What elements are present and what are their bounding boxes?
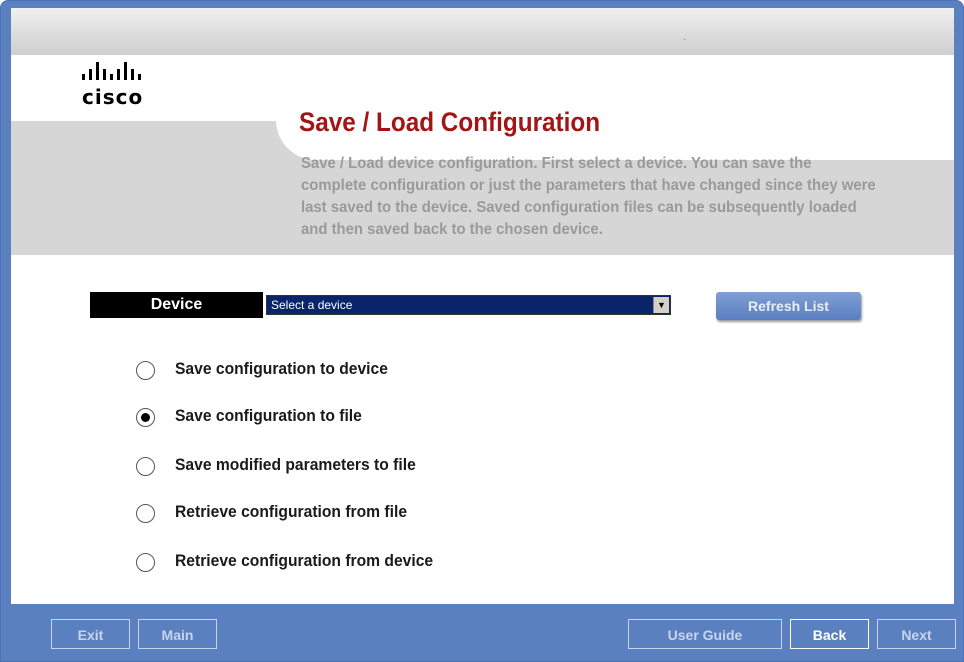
option-label[interactable]: Retrieve configuration from device [175,551,433,571]
user-guide-button[interactable]: User Guide [628,619,782,649]
back-button[interactable]: Back [790,619,869,649]
wizard-window: cisco Save / Load Configuration Save / L… [0,0,964,662]
dropdown-arrow-icon[interactable]: ▼ [653,297,669,313]
cisco-logo-text: cisco [82,85,144,109]
main-button[interactable]: Main [138,619,217,649]
device-label: Device [90,292,263,318]
page-title: Save / Load Configuration [299,107,601,137]
content-panel: cisco Save / Load Configuration Save / L… [11,8,954,604]
radio-retrieve-config-from-device[interactable] [136,553,155,572]
page-description: Save / Load device configuration. First … [301,155,876,238]
option-label[interactable]: Save modified parameters to file [175,455,416,475]
device-select-value: Select a device [271,298,353,312]
next-button[interactable]: Next [877,619,956,649]
top-bar [11,8,954,55]
option-label[interactable]: Save configuration to file [175,406,362,426]
option-label[interactable]: Retrieve configuration from file [175,502,407,522]
refresh-list-button[interactable]: Refresh List [716,292,861,320]
device-select[interactable]: Select a device ▼ [266,295,671,315]
radio-save-modified-params-to-file[interactable] [136,457,155,476]
option-label[interactable]: Save configuration to device [175,359,388,379]
radio-save-config-to-file[interactable] [136,408,155,427]
radio-save-config-to-device[interactable] [136,361,155,380]
radio-retrieve-config-from-file[interactable] [136,504,155,523]
exit-button[interactable]: Exit [51,619,130,649]
